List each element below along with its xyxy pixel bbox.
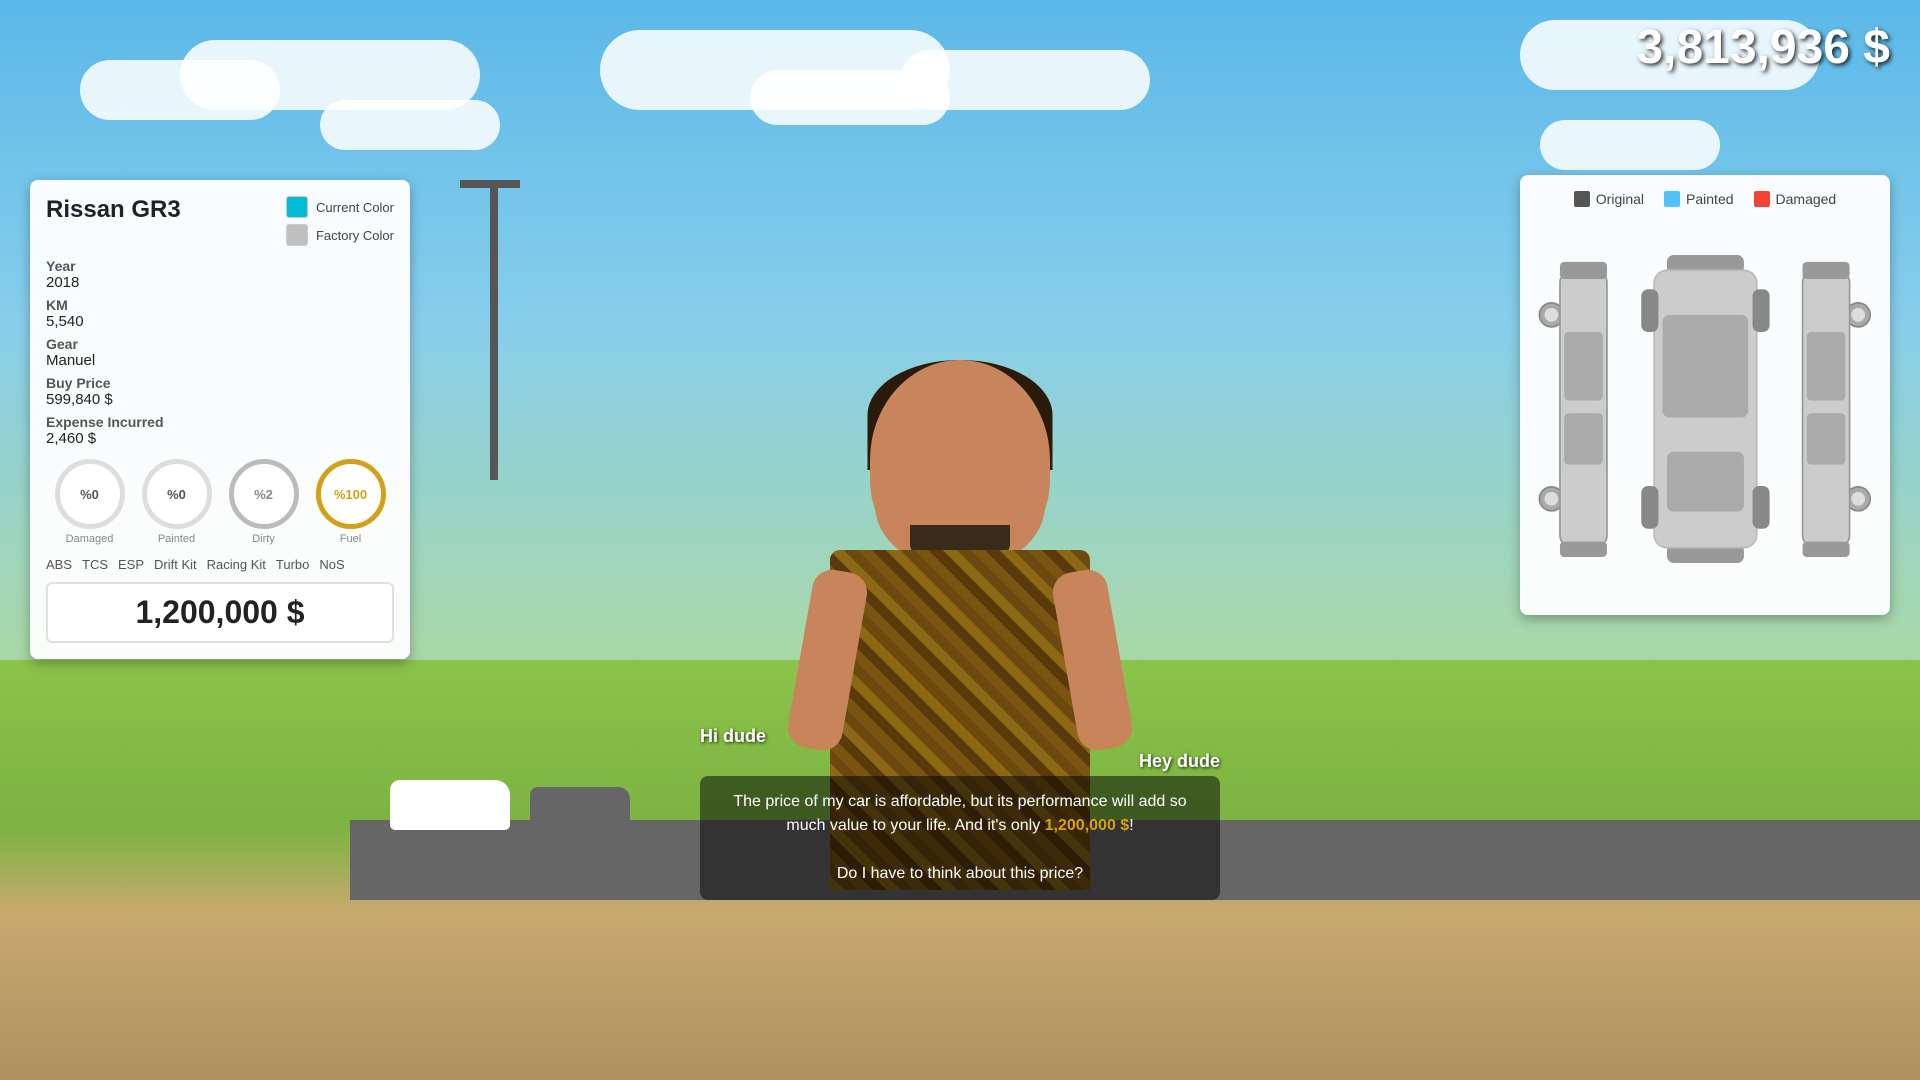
dialog-speaker-left: Hi dude xyxy=(700,726,1220,747)
current-color-label: Current Color xyxy=(316,200,394,215)
addon-drift-kit: Drift Kit xyxy=(154,557,197,572)
gauge-fuel-circle: %100 xyxy=(316,459,386,529)
dialog-highlight-price: 1,200,000 $ xyxy=(1045,817,1130,834)
car-diagram-panel: Original Painted Damaged xyxy=(1520,175,1890,615)
gauge-painted-label: Painted xyxy=(158,533,195,545)
factory-color-swatch xyxy=(286,224,308,246)
legend-painted-label: Painted xyxy=(1686,191,1733,207)
money-display: 3,813,936 $ xyxy=(1636,20,1890,75)
buy-price-row: Buy Price 599,840 $ xyxy=(46,375,394,408)
expense-label: Expense Incurred xyxy=(46,414,394,430)
expense-value: 2,460 $ xyxy=(46,430,394,447)
year-label: Year xyxy=(46,258,394,274)
factory-color-label: Factory Color xyxy=(316,228,394,243)
car-side-right-svg xyxy=(1788,219,1874,599)
gauge-painted: %0 Painted xyxy=(142,459,212,545)
money-amount: 3,813,936 $ xyxy=(1636,21,1890,74)
factory-color-indicator: Factory Color xyxy=(286,224,394,246)
gauge-painted-circle: %0 xyxy=(142,459,212,529)
legend-dot-painted xyxy=(1664,191,1680,207)
sale-price: 1,200,000 $ xyxy=(46,582,394,643)
legend-damaged: Damaged xyxy=(1754,191,1837,207)
legend-dot-damaged xyxy=(1754,191,1770,207)
buy-price-value: 599,840 $ xyxy=(46,391,394,408)
gauge-damaged-label: Damaged xyxy=(66,533,114,545)
car-panel-header: Rissan GR3 Current Color Factory Color xyxy=(46,196,394,246)
gauge-fuel: %100 Fuel xyxy=(316,459,386,545)
gear-label: Gear xyxy=(46,336,394,352)
gauge-dirty-circle: %2 xyxy=(229,459,299,529)
gauge-dirty-value: %2 xyxy=(254,487,273,502)
car-side-left-svg xyxy=(1536,219,1622,599)
addon-racing-kit: Racing Kit xyxy=(207,557,266,572)
dialog-question: Do I have to think about this price? xyxy=(837,865,1083,882)
electric-pole xyxy=(490,180,498,480)
legend-original: Original xyxy=(1574,191,1644,207)
addon-turbo: Turbo xyxy=(276,557,309,572)
buy-price-label: Buy Price xyxy=(46,375,394,391)
car-info-panel: Rissan GR3 Current Color Factory Color Y… xyxy=(30,180,410,659)
current-color-swatch xyxy=(286,196,308,218)
gauge-damaged-value: %0 xyxy=(80,487,99,502)
legend-original-label: Original xyxy=(1596,191,1644,207)
expense-row: Expense Incurred 2,460 $ xyxy=(46,414,394,447)
gear-row: Gear Manuel xyxy=(46,336,394,369)
dialog-text: The price of my car is affordable, but i… xyxy=(700,776,1220,900)
color-indicators: Current Color Factory Color xyxy=(286,196,394,246)
km-row: KM 5,540 xyxy=(46,297,394,330)
gauge-dirty: %2 Dirty xyxy=(229,459,299,545)
dialog-box: Hi dude Hey dude The price of my car is … xyxy=(700,726,1220,900)
gauge-dirty-label: Dirty xyxy=(252,533,275,545)
dialog-main-text-after: ! xyxy=(1129,817,1133,834)
gear-value: Manuel xyxy=(46,352,394,369)
year-value: 2018 xyxy=(46,274,394,291)
background-car-white xyxy=(390,780,510,830)
legend-damaged-label: Damaged xyxy=(1776,191,1837,207)
dialog-speaker-right: Hey dude xyxy=(700,751,1220,772)
background-car-dark xyxy=(530,787,630,832)
addon-nos: NoS xyxy=(319,557,344,572)
electric-pole-crossbar xyxy=(460,180,520,188)
car-diagram-views xyxy=(1536,219,1874,599)
km-value: 5,540 xyxy=(46,313,394,330)
addon-abs: ABS xyxy=(46,557,72,572)
gauge-fuel-label: Fuel xyxy=(340,533,361,545)
addon-esp: ESP xyxy=(118,557,144,572)
gauge-damaged-circle: %0 xyxy=(55,459,125,529)
car-name: Rissan GR3 xyxy=(46,196,181,224)
addons-row: ABS TCS ESP Drift Kit Racing Kit Turbo N… xyxy=(46,557,394,572)
gauges-row: %0 Damaged %0 Painted %2 Dirty %100 Fuel xyxy=(46,459,394,545)
year-row: Year 2018 xyxy=(46,258,394,291)
gauge-fuel-value: %100 xyxy=(334,487,367,502)
gauge-painted-value: %0 xyxy=(167,487,186,502)
car-top-view-svg xyxy=(1637,219,1774,599)
legend-dot-original xyxy=(1574,191,1590,207)
current-color-indicator: Current Color xyxy=(286,196,394,218)
gauge-damaged: %0 Damaged xyxy=(55,459,125,545)
km-label: KM xyxy=(46,297,394,313)
diagram-legend: Original Painted Damaged xyxy=(1536,191,1874,207)
legend-painted: Painted xyxy=(1664,191,1733,207)
addon-tcs: TCS xyxy=(82,557,108,572)
